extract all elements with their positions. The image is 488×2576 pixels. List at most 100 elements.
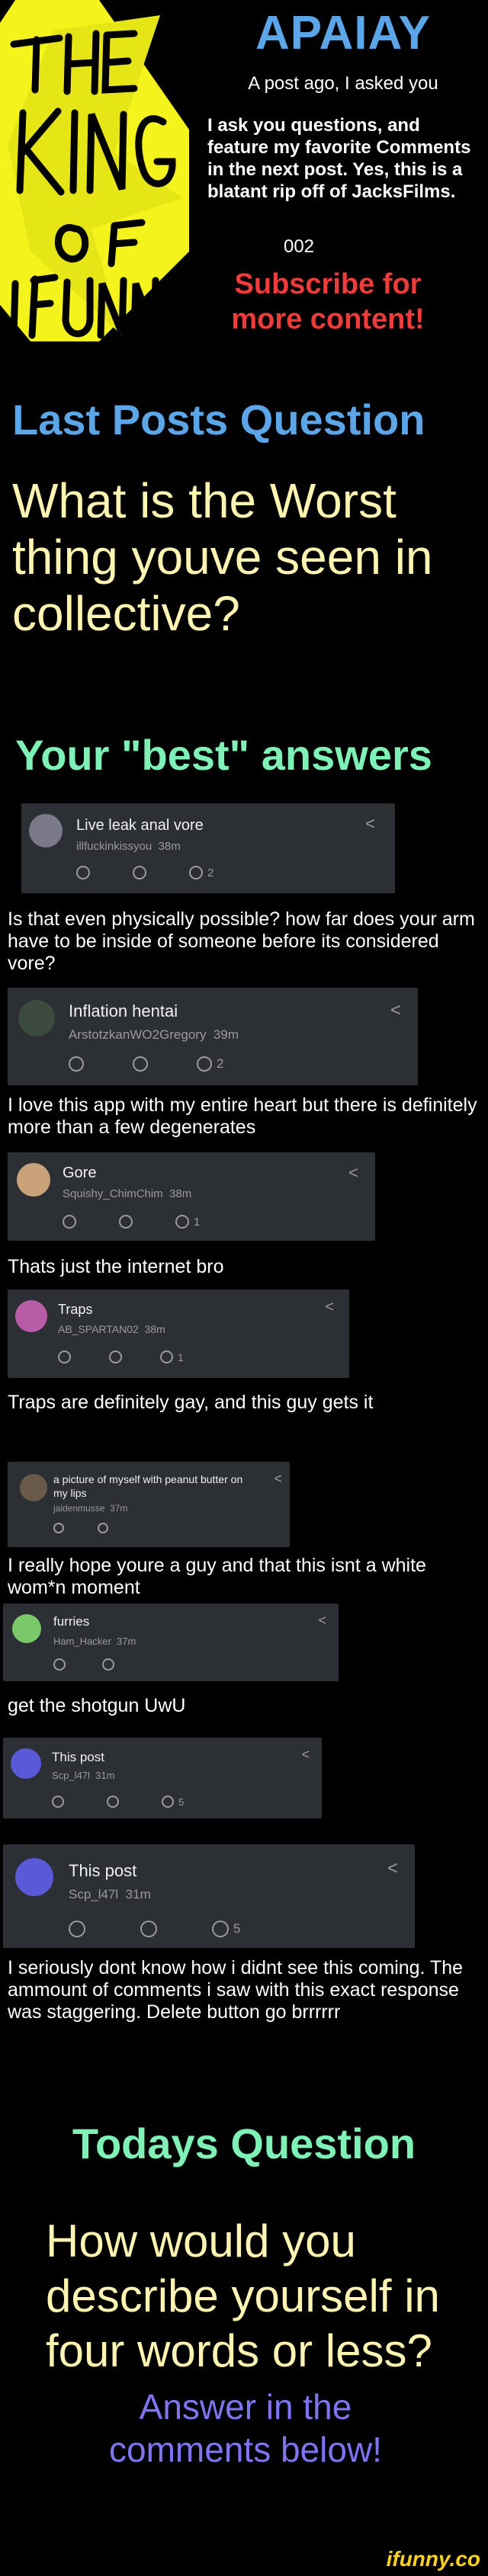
timestamp: 38m — [169, 1187, 192, 1200]
comment-meta: AB_SPARTAN02 38m — [58, 1323, 165, 1335]
avatar — [18, 1000, 55, 1036]
answer-caption: I seriously dont know how i didnt see th… — [8, 1957, 464, 2023]
frown-icon[interactable] — [109, 1350, 122, 1363]
smile-icon[interactable] — [63, 1215, 76, 1229]
smile-icon[interactable] — [53, 1658, 66, 1671]
avatar — [15, 1300, 47, 1332]
answer-caption: Traps are definitely gay, and this guy g… — [8, 1392, 374, 1413]
apaiay-title: APAIAY — [255, 7, 431, 59]
username: ArstotzkanWO2Gregory — [69, 1027, 207, 1042]
avatar — [20, 1474, 47, 1501]
answer-caption: I love this app with my entire heart but… — [8, 1094, 477, 1138]
share-icon[interactable]: < — [301, 1747, 310, 1763]
share-icon[interactable]: < — [390, 1000, 401, 1021]
avatar — [17, 1163, 50, 1197]
share-icon[interactable]: < — [318, 1613, 326, 1629]
subscribe-text: Subscribe for more content! — [231, 268, 425, 335]
reply-icon[interactable] — [162, 1796, 174, 1808]
comment-meta: Scp_l47l 31m — [69, 1887, 151, 1902]
share-icon[interactable]: < — [348, 1163, 358, 1183]
reply-count: 5 — [178, 1796, 185, 1808]
reply-icon[interactable] — [189, 866, 203, 879]
smile-icon[interactable] — [52, 1796, 64, 1808]
comment-card: This post Scp_l47l 31m < 5 — [3, 1738, 322, 1818]
reply-count: 2 — [217, 1056, 224, 1071]
comment-text: Gore — [63, 1165, 97, 1181]
comment-card: furries Ham_Hacker 37m < — [3, 1604, 339, 1681]
reply-count: 2 — [207, 866, 214, 879]
frown-icon[interactable] — [119, 1215, 133, 1229]
comment-text: furries — [53, 1614, 90, 1629]
share-icon[interactable]: < — [387, 1858, 398, 1879]
comment-card: Gore Squishy_ChimChim 38m < 1 — [8, 1152, 375, 1241]
answer-caption: Is that even physically possible? how fa… — [8, 908, 475, 974]
share-icon[interactable]: < — [274, 1471, 282, 1487]
king-of-ifunny-logo — [0, 0, 189, 341]
comment-actions: 5 — [69, 1921, 240, 1937]
avatar — [15, 1858, 53, 1896]
timestamp: 38m — [158, 840, 181, 853]
frown-icon[interactable] — [98, 1523, 108, 1533]
comment-actions: 1 — [63, 1215, 200, 1229]
timestamp: 38m — [144, 1323, 165, 1335]
comment-actions: 1 — [58, 1350, 184, 1363]
username: AB_SPARTAN02 — [58, 1323, 139, 1335]
comment-actions: 2 — [76, 866, 214, 879]
username: Scp_l47l — [52, 1770, 90, 1781]
comment-actions: 2 — [69, 1056, 223, 1072]
frown-icon[interactable] — [107, 1796, 119, 1808]
comment-card: This post Scp_l47l 31m < 5 — [3, 1844, 415, 1948]
todays-question: How would you describe yourself in four … — [46, 2216, 440, 2376]
frown-icon[interactable] — [133, 866, 146, 879]
comment-meta: ArstotzkanWO2Gregory 39m — [69, 1027, 239, 1043]
frown-icon[interactable] — [133, 1056, 148, 1072]
smile-icon[interactable] — [76, 866, 90, 879]
ifunny-watermark: ifunny.co — [386, 2547, 480, 2571]
comment-meta: Scp_l47l 31m — [52, 1770, 114, 1781]
comment-text: This post — [52, 1750, 104, 1764]
smile-icon[interactable] — [69, 1056, 84, 1072]
reply-count: 5 — [233, 1921, 241, 1936]
comment-text: Live leak anal vore — [76, 817, 204, 834]
header-description: I ask you questions, and feature my favo… — [207, 115, 471, 202]
timestamp: 37m — [110, 1503, 128, 1514]
smile-icon[interactable] — [53, 1523, 64, 1533]
reply-count: 1 — [194, 1215, 201, 1229]
comment-meta: illfuckinkissyou 38m — [76, 840, 181, 853]
share-icon[interactable]: < — [365, 814, 375, 834]
episode-number: 002 — [283, 236, 315, 257]
answer-caption: Thats just the internet bro — [8, 1256, 224, 1277]
avatar — [12, 1614, 41, 1643]
timestamp: 39m — [213, 1027, 239, 1042]
comment-meta: Ham_Hacker 37m — [53, 1636, 136, 1647]
comment-actions — [53, 1523, 108, 1533]
answer-caption: get the shotgun UwU — [8, 1695, 186, 1716]
smile-icon[interactable] — [58, 1350, 71, 1363]
username: illfuckinkissyou — [76, 840, 152, 853]
reply-icon[interactable] — [160, 1350, 173, 1363]
last-posts-heading: Last Posts Question — [12, 396, 425, 444]
timestamp: 31m — [95, 1770, 115, 1781]
comment-actions — [53, 1658, 114, 1671]
last-posts-question: What is the Worst thing youve seen in co… — [12, 473, 433, 641]
reply-icon[interactable] — [197, 1056, 212, 1072]
reply-icon[interactable] — [175, 1215, 189, 1229]
comment-meta: Squishy_ChimChim 38m — [63, 1187, 191, 1200]
frown-icon[interactable] — [140, 1921, 157, 1937]
comment-card: Inflation hentai ArstotzkanWO2Gregory 39… — [8, 988, 418, 1085]
comment-text: This post — [69, 1861, 137, 1880]
reply-count: 1 — [178, 1350, 184, 1363]
avatar — [29, 814, 63, 847]
smile-icon[interactable] — [69, 1921, 85, 1937]
share-icon[interactable]: < — [325, 1299, 334, 1316]
comment-card: Traps AB_SPARTAN02 38m < 1 — [8, 1290, 349, 1378]
answer-caption: I really hope youre a guy and that this … — [8, 1555, 426, 1598]
reply-icon[interactable] — [212, 1921, 229, 1937]
avatar — [11, 1748, 41, 1779]
frown-icon[interactable] — [102, 1658, 114, 1671]
username: jaidenmusse — [53, 1503, 105, 1514]
answer-cta: Answer in the comments below! — [109, 2387, 382, 2469]
comment-text: Inflation hentai — [69, 1001, 178, 1020]
todays-question-heading: Todays Question — [72, 2119, 416, 2167]
username: Squishy_ChimChim — [63, 1187, 163, 1200]
